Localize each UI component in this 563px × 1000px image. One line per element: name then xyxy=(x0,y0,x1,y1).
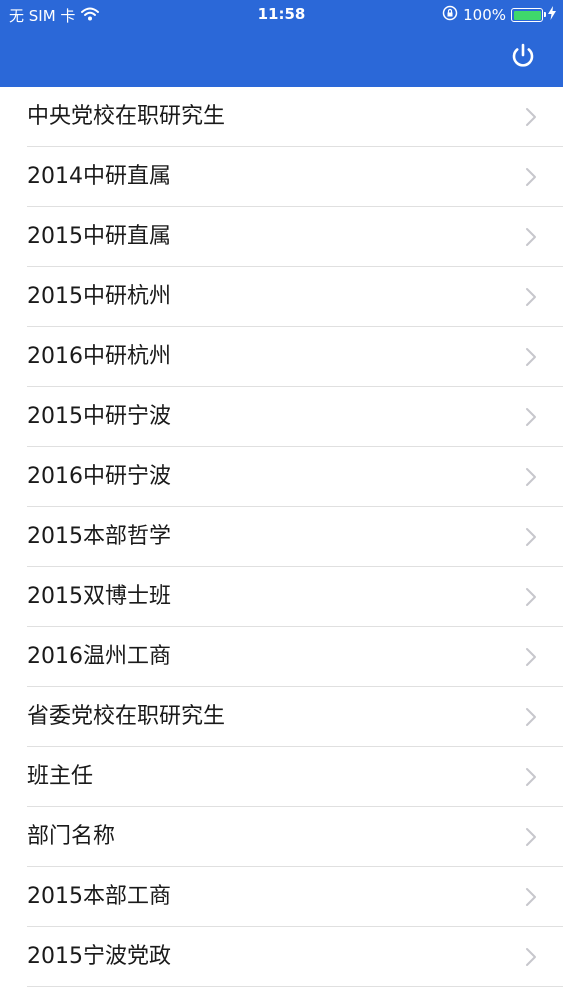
chevron-right-icon xyxy=(526,528,536,546)
list-item-label: 省委党校在职研究生 xyxy=(27,704,226,729)
power-button[interactable] xyxy=(509,42,537,70)
list-item[interactable]: 2015中研杭州 xyxy=(27,267,563,327)
list-item-label: 部门名称 xyxy=(27,824,116,849)
list-item[interactable]: 2016中研杭州 xyxy=(27,327,563,387)
list-item-label: 2015宁波党政 xyxy=(27,944,171,969)
battery-icon xyxy=(511,8,546,22)
list-item[interactable]: 2015中研直属 xyxy=(27,207,563,267)
list-item[interactable]: 部门名称 xyxy=(27,807,563,867)
list-item-label: 2014中研直属 xyxy=(27,164,171,189)
list-item[interactable]: 2015本部哲学 xyxy=(27,507,563,567)
list-item-label: 中央党校在职研究生 xyxy=(27,104,226,129)
chevron-right-icon xyxy=(526,588,536,606)
list-item-label: 2015中研宁波 xyxy=(27,404,171,429)
chevron-right-icon xyxy=(526,228,536,246)
list-item-label: 2015本部工商 xyxy=(27,884,171,909)
power-icon xyxy=(512,43,534,67)
chevron-right-icon xyxy=(526,408,536,426)
list-item[interactable]: 2016中研宁波 xyxy=(27,447,563,507)
list-item-label: 2016温州工商 xyxy=(27,644,171,669)
list-item[interactable]: 中央党校在职研究生 xyxy=(27,87,563,147)
list-item[interactable]: 2015宁波党政 xyxy=(27,927,563,987)
chevron-right-icon xyxy=(526,168,536,186)
list-item-label: 2015中研直属 xyxy=(27,224,171,249)
chevron-right-icon xyxy=(526,768,536,786)
battery-fill xyxy=(513,10,541,20)
list-item[interactable]: 2015本部工商 xyxy=(27,867,563,927)
list-item[interactable]: 2015中研宁波 xyxy=(27,387,563,447)
chevron-right-icon xyxy=(526,948,536,966)
chevron-right-icon xyxy=(526,708,536,726)
list-item[interactable]: 2014中研直属 xyxy=(27,147,563,207)
class-list: 中央党校在职研究生 2014中研直属 2015中研直属 2015中研杭州 201… xyxy=(0,87,563,987)
list-item-label: 2015双博士班 xyxy=(27,584,171,609)
list-item[interactable]: 2015双博士班 xyxy=(27,567,563,627)
chevron-right-icon xyxy=(526,348,536,366)
list-item-label: 班主任 xyxy=(27,764,94,789)
list-item[interactable]: 2016温州工商 xyxy=(27,627,563,687)
list-item[interactable]: 班主任 xyxy=(27,747,563,807)
status-right: 100% xyxy=(442,5,556,25)
charging-bolt-icon xyxy=(548,6,556,24)
chevron-right-icon xyxy=(526,108,536,126)
chevron-right-icon xyxy=(526,648,536,666)
rotation-lock-icon xyxy=(442,5,458,25)
app-header: 无 SIM 卡 11:58 100% xyxy=(0,0,563,87)
status-bar: 无 SIM 卡 11:58 100% xyxy=(0,0,563,30)
chevron-right-icon xyxy=(526,888,536,906)
list-item-label: 2016中研杭州 xyxy=(27,344,171,369)
list-item[interactable]: 省委党校在职研究生 xyxy=(27,687,563,747)
chevron-right-icon xyxy=(526,288,536,306)
battery-percent: 100% xyxy=(463,6,506,24)
chevron-right-icon xyxy=(526,828,536,846)
list-item-label: 2015中研杭州 xyxy=(27,284,171,309)
list-item-label: 2016中研宁波 xyxy=(27,464,171,489)
list-item-label: 2015本部哲学 xyxy=(27,524,171,549)
chevron-right-icon xyxy=(526,468,536,486)
